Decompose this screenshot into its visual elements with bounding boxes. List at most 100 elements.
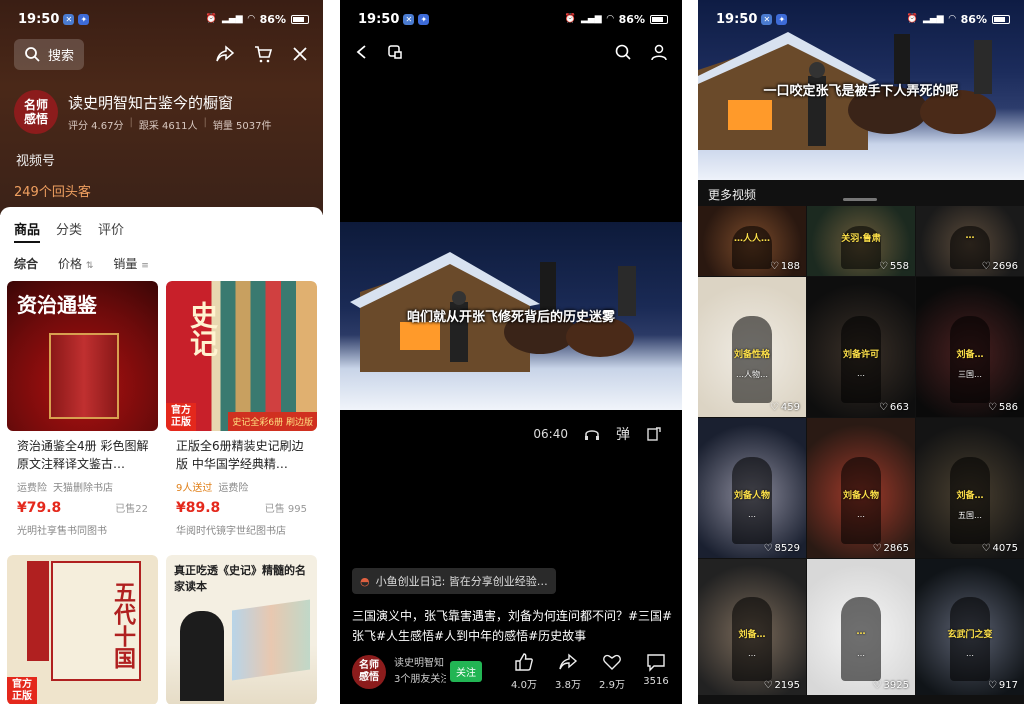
- video-thumbnail[interactable]: 刘备人物 … ♡ 8529: [698, 418, 806, 558]
- like-count: 4.0万: [511, 680, 537, 691]
- thumbnail-caption: 玄武门之变: [947, 630, 993, 640]
- play-count: ♡ 188: [770, 261, 800, 272]
- cart-icon[interactable]: [253, 44, 273, 64]
- battery-icon: [291, 14, 309, 24]
- thumbnail-subcaption: …人物…: [736, 370, 768, 379]
- promo-link[interactable]: ◓ 小鱼创业日记: 皆在分享创业经验…: [352, 568, 556, 594]
- play-count: ♡ 586: [988, 402, 1018, 413]
- product-card[interactable]: 五代十国 官方 正版: [7, 555, 158, 704]
- play-count-value: 2195: [774, 680, 800, 691]
- video-subtitle: 咱们就从开张飞修死背后的历史迷雾: [406, 310, 615, 325]
- product-title: 资治通鉴全4册 彩色图解原文注释译文鉴古…: [17, 439, 149, 471]
- video-thumbnail[interactable]: 刘备… 五国… ♡ 4075: [916, 418, 1024, 558]
- play-count: ♡ 459: [770, 402, 800, 413]
- follow-button[interactable]: 关注: [450, 661, 482, 682]
- cover-title: 史记: [186, 301, 219, 357]
- favorite-count: 2.9万: [599, 680, 625, 691]
- status-time: 19:50: [18, 11, 60, 27]
- battery-percent: 86%: [960, 12, 987, 26]
- app-notif-icon-2: ✦: [776, 13, 788, 25]
- thumbnail-subcaption: …: [966, 649, 974, 658]
- product-card[interactable]: 史记 官方 正版 史记全彩6册 刷边版 正版全6册精装史记刷边版 中华国学经典精…: [166, 281, 317, 547]
- video-thumbnail[interactable]: …人人… ♡ 188: [698, 206, 806, 276]
- author-name[interactable]: 读史明智知: [394, 656, 446, 672]
- headphones-icon[interactable]: [584, 426, 600, 442]
- thumbnail-caption: 刘备性格: [733, 350, 770, 360]
- share-icon[interactable]: [215, 44, 235, 64]
- thumbnail-caption: 刘备…: [738, 630, 766, 640]
- shop-info[interactable]: 名师 感悟 读史明智知古鉴今的橱窗 评分 4.67分 | 跟采 4611人 | …: [0, 70, 323, 134]
- play-count: ♡ 558: [879, 261, 909, 272]
- video-thumbnail[interactable]: 刘备人物 … ♡ 2865: [807, 418, 915, 558]
- shop-header: 19:50 ✕ ✦ ⏰ ▂▄▆ ◠ 86% 搜索 名师 感悟 读史明智知古鉴今的…: [0, 0, 323, 215]
- tab-products[interactable]: 商品: [14, 219, 41, 243]
- thumbnail-caption: …: [856, 627, 866, 637]
- play-count-value: 459: [780, 402, 800, 413]
- back-icon[interactable]: [354, 44, 370, 60]
- video-thumbnail[interactable]: … ♡ 2696: [916, 206, 1024, 276]
- favorite-button[interactable]: 2.9万: [596, 652, 628, 691]
- video-duration: 06:40: [533, 427, 568, 441]
- tab-categories[interactable]: 分类: [56, 219, 82, 247]
- like-button[interactable]: 4.0万: [508, 652, 540, 691]
- video-thumbnail[interactable]: 关羽·鲁肃 ♡ 558: [807, 206, 915, 276]
- alarm-icon: ⏰: [906, 14, 918, 24]
- status-bar: 19:50 ✕ ✦ ⏰ ▂▄▆ ◠ 86%: [698, 0, 1024, 38]
- app-notif-icon-2: ✦: [78, 13, 90, 25]
- thumbnail-caption: 刘备人物: [842, 491, 879, 501]
- sort-sales[interactable]: 销量 ≡: [113, 255, 148, 271]
- play-count: ♡ 2696: [982, 261, 1018, 272]
- cover-title: 真正吃透《史记》精髓的名家读本: [174, 564, 306, 593]
- product-image: 真正吃透《史记》精髓的名家读本: [166, 555, 317, 704]
- drag-handle[interactable]: [843, 198, 877, 201]
- battery-percent: 86%: [618, 12, 645, 26]
- product-image: 资治通鉴: [7, 281, 158, 431]
- like-icon: ♡: [878, 261, 888, 272]
- sort-price[interactable]: 价格 ⇅: [58, 255, 93, 271]
- product-image: 史记 官方 正版 史记全彩6册 刷边版: [166, 281, 317, 431]
- battery-icon: [992, 14, 1010, 24]
- search-icon[interactable]: [614, 43, 632, 61]
- author-avatar[interactable]: 名师 感悟: [352, 654, 386, 689]
- signal-icon: ▂▄▆: [922, 14, 944, 24]
- float-window-icon[interactable]: [386, 43, 404, 61]
- product-store: 光明社享售书同图书: [17, 526, 107, 537]
- fullscreen-icon[interactable]: [646, 426, 662, 442]
- share-button[interactable]: 3.8万: [552, 652, 584, 691]
- close-icon[interactable]: [291, 45, 309, 63]
- channel-link[interactable]: 视频号: [0, 134, 323, 169]
- danmaku-toggle[interactable]: 弹: [616, 424, 630, 444]
- book-box-icon: [49, 333, 119, 419]
- product-sold: 已售 995: [264, 504, 307, 515]
- product-card[interactable]: 真正吃透《史记》精髓的名家读本: [166, 555, 317, 704]
- video-thumbnail[interactable]: … … ♡ 3925: [807, 559, 915, 695]
- play-count-value: 2865: [883, 543, 909, 554]
- profile-icon[interactable]: [650, 43, 668, 61]
- play-count-value: 917: [998, 680, 1018, 691]
- cover-title: 资治通鉴: [17, 293, 97, 317]
- wifi-icon: ◠: [606, 14, 614, 24]
- video-thumbnail[interactable]: 刘备… 三国… ♡ 586: [916, 277, 1024, 417]
- promo-text: 小鱼创业日记: 皆在分享创业经验…: [375, 575, 548, 588]
- status-bar: 19:50 ✕ ✦ ⏰ ▂▄▆ ◠ 86%: [340, 0, 682, 38]
- video-thumbnail[interactable]: 刘备性格 …人物… ♡ 459: [698, 277, 806, 417]
- video-thumbnail[interactable]: 刘备… … ♡ 2195: [698, 559, 806, 695]
- shop-tabs: 商品 分类 评价: [0, 207, 323, 247]
- wifi-icon: ◠: [948, 14, 956, 24]
- sort-overall[interactable]: 综合: [14, 255, 38, 271]
- comment-button[interactable]: 3516: [640, 652, 672, 691]
- battery-percent: 86%: [259, 12, 286, 26]
- search-button[interactable]: 搜索: [14, 38, 85, 70]
- shop-panel: 19:50 ✕ ✦ ⏰ ▂▄▆ ◠ 86% 搜索 名师 感悟 读史明智知古鉴今的…: [0, 0, 323, 704]
- share-count: 3.8万: [555, 680, 581, 691]
- shop-name: 读史明智知古鉴今的橱窗: [68, 94, 234, 112]
- thumbnail-caption: 刘备许可: [842, 350, 879, 360]
- product-card[interactable]: 资治通鉴 资治通鉴全4册 彩色图解原文注释译文鉴古… 运费险 天猫删除书店 ¥79…: [7, 281, 158, 547]
- action-bar: 名师 感悟 读史明智知 3个朋友关注 关注 4.0万 3.8万 2.9万 351…: [352, 652, 672, 691]
- video-thumbnail[interactable]: 刘备许可 … ♡ 663: [807, 277, 915, 417]
- video-panel: 19:50 ✕ ✦ ⏰ ▂▄▆ ◠ 86% 咱们就从开张飞修死背后的历史迷雾 0…: [340, 0, 682, 704]
- thumbnail-subcaption: …: [857, 649, 865, 658]
- alarm-icon: ⏰: [564, 14, 576, 24]
- tab-reviews[interactable]: 评价: [98, 219, 124, 247]
- video-thumbnail[interactable]: 玄武门之变 … ♡ 917: [916, 559, 1024, 695]
